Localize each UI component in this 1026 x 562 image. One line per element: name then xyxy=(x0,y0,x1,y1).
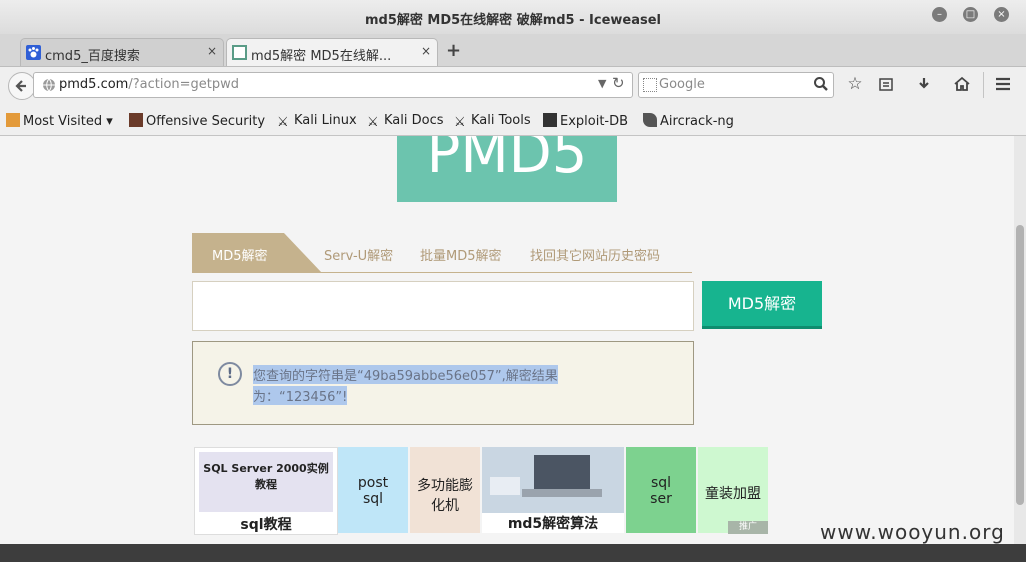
bookmark-most-visited[interactable]: Most Visited ▾ xyxy=(6,113,113,129)
close-window-button[interactable]: × xyxy=(994,7,1009,22)
tab-servu-decrypt[interactable]: Serv-U解密 xyxy=(324,245,393,264)
tab-pmd5[interactable]: md5解密 MD5在线解... × xyxy=(226,38,438,67)
bookmark-star-icon[interactable]: ☆ xyxy=(844,74,866,94)
url-dropdown-icon[interactable]: ▼ xyxy=(598,77,606,90)
ad-md5-algorithm[interactable]: md5解密算法 xyxy=(482,447,624,533)
search-icon[interactable] xyxy=(813,76,829,92)
ad-postsql[interactable]: post sql xyxy=(338,447,408,533)
bookmark-exploit-db[interactable]: Exploit-DB xyxy=(543,113,628,129)
new-tab-button[interactable]: + xyxy=(446,40,461,61)
bookmark-label: Kali Linux xyxy=(294,113,357,128)
ad-expansion-machine[interactable]: 多功能膨 化机 xyxy=(410,447,480,533)
reload-icon[interactable]: ↻ xyxy=(612,74,625,92)
bookmark-label: Most Visited ▾ xyxy=(23,114,113,129)
tab-close-icon[interactable]: × xyxy=(421,44,431,58)
ad-caption: md5解密算法 xyxy=(482,513,624,533)
bookmark-kali-docs[interactable]: ⚔ Kali Docs xyxy=(367,113,444,130)
pmd5-logo[interactable]: PMD5 xyxy=(397,136,617,202)
bookmark-label: Kali Docs xyxy=(384,113,444,128)
scrollbar-thumb[interactable] xyxy=(1016,225,1024,505)
offsec-icon xyxy=(129,113,143,127)
toolbar-separator xyxy=(983,72,984,98)
baidu-paw-icon xyxy=(26,45,41,60)
ad-badge: 推广 xyxy=(728,521,768,534)
bookmark-kali-linux[interactable]: ⚔ Kali Linux xyxy=(277,113,357,130)
bookmark-label: Offensive Security xyxy=(146,114,266,129)
folder-icon xyxy=(6,113,20,127)
aircrack-icon xyxy=(643,113,657,127)
tab-recover-password[interactable]: 找回其它网站历史密码 xyxy=(530,245,660,264)
hash-input[interactable] xyxy=(192,281,694,331)
md5-decrypt-button[interactable]: MD5解密 xyxy=(702,281,822,329)
pmd5-favicon-icon xyxy=(232,45,247,60)
tab-baidu[interactable]: cmd5_百度搜索 × xyxy=(20,38,224,67)
bookmark-offensive-security[interactable]: Offensive Security xyxy=(129,113,265,129)
home-icon[interactable] xyxy=(953,75,971,93)
back-arrow-icon xyxy=(15,80,26,92)
kali-dragon-icon: ⚔ xyxy=(454,115,466,130)
book-cover-image: SQL Server 2000实例教程 xyxy=(199,452,333,512)
tab-label: cmd5_百度搜索 xyxy=(45,49,140,64)
tab-batch-md5[interactable]: 批量MD5解密 xyxy=(420,245,502,264)
ad-label: 多功能膨 化机 xyxy=(417,478,473,514)
bookmark-label: Exploit-DB xyxy=(560,114,629,129)
laptop-photo-image xyxy=(482,447,624,513)
book-cover-title: SQL Server 2000实例教程 xyxy=(203,462,329,491)
ad-label: post sql xyxy=(357,475,389,507)
info-icon: ! xyxy=(218,362,242,386)
watermark: www.wooyun.org xyxy=(820,520,1005,544)
bookmark-aircrack[interactable]: Aircrack-ng xyxy=(643,113,734,129)
ad-label: sql ser xyxy=(650,475,672,507)
ad-caption: sql教程 xyxy=(195,514,337,534)
url-host: pmd5.com xyxy=(59,77,129,92)
url-text[interactable]: pmd5.com/?action=getpwd xyxy=(59,77,239,92)
back-button[interactable] xyxy=(8,72,36,100)
download-icon[interactable] xyxy=(916,76,932,92)
bookmark-kali-tools[interactable]: ⚔ Kali Tools xyxy=(454,113,531,130)
globe-icon xyxy=(43,78,55,92)
ad-label: 童装加盟 xyxy=(705,486,761,502)
ad-sql-tutorial[interactable]: SQL Server 2000实例教程 sql教程 xyxy=(194,447,338,535)
tab-md5-decrypt-label[interactable]: MD5解密 xyxy=(212,245,268,264)
logo-text: PMD5 xyxy=(426,136,588,186)
exploit-db-icon xyxy=(543,113,557,127)
url-path: /?action=getpwd xyxy=(128,77,240,92)
result-text-line1: 您查询的字符串是“49ba59abbe56e057”,解密结果 xyxy=(253,365,558,384)
minimize-button[interactable]: – xyxy=(932,7,947,22)
bookmark-label: Aircrack-ng xyxy=(660,114,734,129)
tab-close-icon[interactable]: × xyxy=(207,44,217,58)
window-title: md5解密 MD5在线解密 破解md5 - Iceweasel xyxy=(364,13,662,28)
ad-sqlserver[interactable]: sql ser xyxy=(626,447,696,533)
maximize-button[interactable]: □ xyxy=(963,7,978,22)
bookmarks-menu-icon[interactable] xyxy=(878,76,894,92)
kali-dragon-icon: ⚔ xyxy=(277,115,289,130)
tab-underline xyxy=(192,272,692,273)
status-strip xyxy=(0,544,1026,562)
search-placeholder[interactable]: Google xyxy=(659,77,705,92)
tab-label: md5解密 MD5在线解... xyxy=(251,49,392,64)
hamburger-menu-icon[interactable] xyxy=(994,76,1012,92)
bookmark-label: Kali Tools xyxy=(471,113,531,128)
result-text-line2: 为：“123456”! xyxy=(253,386,348,405)
search-engine-icon[interactable] xyxy=(643,78,657,92)
kali-dragon-icon: ⚔ xyxy=(367,115,379,130)
